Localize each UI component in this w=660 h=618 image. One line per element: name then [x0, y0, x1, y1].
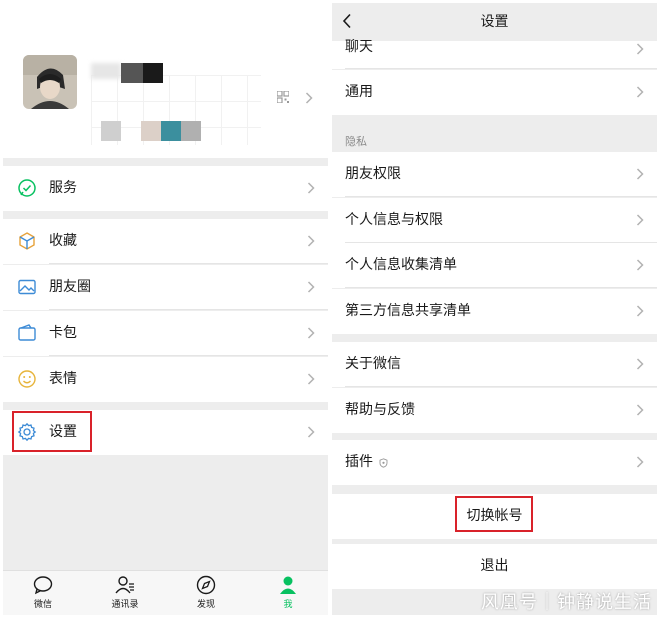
settings-item-general[interactable]: 通用 — [332, 70, 657, 115]
menu-item-moments[interactable]: 朋友圈 — [3, 265, 328, 310]
back-arrow-icon[interactable] — [342, 13, 352, 29]
chevron-right-icon — [307, 182, 315, 194]
settings-item-plugins[interactable]: 插件 — [332, 440, 657, 485]
logout-label: 退出 — [480, 558, 509, 574]
highlight-box-switch-account — [455, 496, 533, 532]
chevron-right-icon — [636, 259, 644, 271]
settings-item-third-party[interactable]: 第三方信息共享清单 — [332, 289, 657, 334]
tab-contacts[interactable]: 通讯录 — [95, 575, 155, 615]
settings-item-chat[interactable]: 聊天 — [332, 39, 657, 69]
chevron-right-icon — [636, 86, 644, 98]
tab-chats[interactable]: 微信 — [13, 575, 73, 615]
settings-item-label: 朋友权限 — [345, 166, 401, 182]
chevron-right-icon — [636, 168, 644, 180]
blurred-status-block — [161, 121, 181, 141]
contacts-icon — [115, 576, 134, 594]
chevron-right-icon — [636, 358, 644, 370]
chevron-right-icon — [307, 281, 315, 293]
person-icon — [280, 576, 296, 594]
cube-icon — [19, 232, 35, 250]
tab-label: 发现 — [196, 600, 215, 610]
blurred-status-block — [181, 121, 201, 141]
image-icon — [18, 279, 36, 295]
menu-item-label: 服务 — [49, 180, 77, 196]
watermark: 风凰号｜钟静说生活 — [481, 592, 652, 613]
menu-item-cards[interactable]: 卡包 — [3, 311, 328, 356]
page-title: 设置 — [480, 14, 509, 30]
logout-button[interactable]: 退出 — [332, 544, 657, 589]
compass-icon — [196, 575, 216, 595]
settings-item-label: 帮助与反馈 — [345, 402, 415, 418]
nav-bar: 设置 — [332, 3, 657, 41]
settings-item-friend-permissions[interactable]: 朋友权限 — [332, 152, 657, 197]
shield-icon — [379, 458, 388, 468]
chevron-right-icon — [636, 214, 644, 226]
settings-item-label: 个人信息与权限 — [345, 212, 443, 228]
menu-item-label: 收藏 — [49, 233, 77, 249]
settings-item-label: 第三方信息共享清单 — [345, 303, 471, 319]
menu-item-label: 朋友圈 — [49, 279, 91, 295]
chevron-right-icon — [307, 327, 315, 339]
menu-item-label: 表情 — [49, 371, 77, 387]
wallet-icon — [18, 324, 36, 341]
blurred-nickname — [91, 63, 121, 79]
menu-item-label: 卡包 — [49, 325, 77, 341]
chevron-right-icon — [305, 92, 313, 104]
chat-check-icon — [18, 179, 36, 197]
menu-item-stickers[interactable]: 表情 — [3, 357, 328, 402]
menu-item-favorites[interactable]: 收藏 — [3, 219, 328, 264]
bottom-tab-bar: 微信 通讯录 发现 我 — [3, 570, 328, 615]
settings-item-personal-info[interactable]: 个人信息与权限 — [332, 198, 657, 243]
profile-header[interactable] — [3, 3, 328, 158]
blurred-status-block — [141, 121, 161, 141]
chevron-right-icon — [636, 305, 644, 317]
settings-item-label: 关于微信 — [345, 356, 401, 372]
settings-item-label: 通用 — [345, 84, 373, 100]
highlight-box-settings — [12, 411, 92, 452]
qr-code-icon[interactable] — [277, 91, 289, 103]
tab-discover[interactable]: 发现 — [176, 575, 236, 615]
tab-label: 微信 — [33, 600, 52, 610]
chevron-right-icon — [307, 235, 315, 247]
menu-item-services[interactable]: 服务 — [3, 166, 328, 211]
settings-item-label: 插件 — [345, 454, 373, 470]
tab-me[interactable]: 我 — [258, 575, 318, 615]
chevron-right-icon — [636, 404, 644, 416]
me-screen: 服务 收藏 朋友圈 卡包 表情 设置 微信 通讯录 发现 我 — [3, 3, 328, 615]
tab-label: 我 — [283, 600, 293, 610]
chevron-right-icon — [307, 426, 315, 438]
blurred-nickname-block — [121, 63, 143, 83]
avatar[interactable] — [23, 55, 77, 109]
section-title-privacy: 隐私 — [345, 135, 367, 148]
chevron-right-icon — [636, 43, 644, 55]
settings-item-help[interactable]: 帮助与反馈 — [332, 388, 657, 433]
settings-item-info-collection[interactable]: 个人信息收集清单 — [332, 243, 657, 288]
settings-screen: 设置 聊天 通用 隐私 朋友权限 个人信息与权限 个人信息收集清单 第三方信息共… — [332, 3, 657, 615]
blurred-status-block — [101, 121, 121, 141]
chevron-right-icon — [636, 456, 644, 468]
smile-icon — [18, 370, 36, 388]
chat-bubble-icon — [33, 576, 53, 595]
blurred-nickname-block — [143, 63, 163, 83]
settings-item-label: 个人信息收集清单 — [345, 257, 457, 273]
settings-item-label: 聊天 — [345, 39, 373, 55]
chevron-right-icon — [307, 373, 315, 385]
settings-item-about[interactable]: 关于微信 — [332, 342, 657, 387]
tab-label: 通讯录 — [111, 600, 139, 610]
